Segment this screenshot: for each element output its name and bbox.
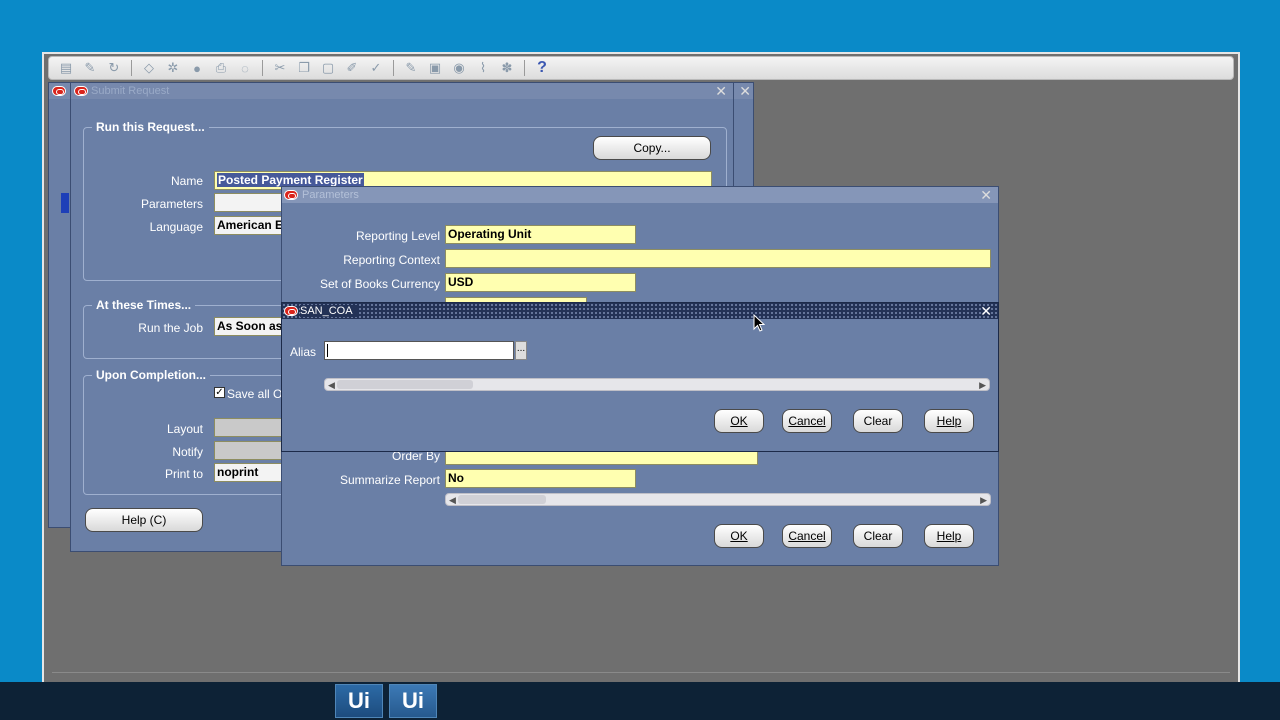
clear-record-icon[interactable]: ✐ — [343, 59, 361, 77]
mouse-pointer-icon — [753, 314, 765, 332]
alias-field[interactable] — [324, 341, 514, 360]
toolbar: ▤ ✎ ↻ ◇ ✲ ● ⎙ ◌ ✂ ❐ ▢ ✐ ✓ ✎ ▣ ◉ ⌇ ✽ ? — [48, 56, 1234, 80]
help-label: Help — [936, 414, 962, 428]
san-coa-scrollbar[interactable]: ◀ ▶ — [324, 378, 990, 391]
summarize-field[interactable]: No — [445, 469, 636, 488]
status-bar-line — [52, 672, 1230, 678]
scroll-left-icon[interactable]: ◀ — [328, 379, 335, 391]
ok-label: OK — [730, 414, 748, 428]
next-step-icon[interactable]: ● — [188, 59, 206, 77]
oracle-logo-icon — [284, 306, 298, 316]
run-job-label: Run the Job — [138, 321, 203, 335]
attachments-icon[interactable]: ⌇ — [474, 59, 492, 77]
scroll-thumb[interactable] — [458, 495, 546, 504]
cut-icon[interactable]: ✂ — [271, 59, 289, 77]
help-label: Help — [936, 529, 962, 543]
cancel-label: Cancel — [788, 529, 826, 543]
copy-button[interactable]: Copy... — [593, 136, 711, 160]
group-title: At these Times... — [92, 298, 196, 312]
help-button[interactable]: Help — [924, 524, 974, 548]
save-icon[interactable]: ✲ — [164, 59, 182, 77]
toolbar-separator — [393, 60, 394, 76]
reporting-level-field[interactable]: Operating Unit — [445, 225, 636, 244]
edit-field-icon[interactable]: ✎ — [402, 59, 420, 77]
cancel-button[interactable]: Cancel — [782, 524, 832, 548]
navigate-icon[interactable]: ↻ — [105, 59, 123, 77]
scroll-right-icon[interactable]: ▶ — [979, 379, 986, 391]
name-value: Posted Payment Register — [217, 173, 364, 187]
close-icon[interactable]: ✕ — [980, 187, 992, 203]
parameters-titlebar: Parameters — [282, 187, 998, 203]
language-label: Language — [149, 220, 203, 234]
zoom-record-icon[interactable]: ▣ — [426, 59, 444, 77]
parameters-label: Parameters — [140, 197, 203, 211]
help-button[interactable]: Help (C) — [85, 508, 203, 532]
new-icon[interactable]: ▤ — [57, 59, 75, 77]
reporting-level-label: Reporting Level — [355, 229, 440, 243]
clear-button[interactable]: Clear — [853, 409, 903, 433]
reporting-context-field[interactable] — [445, 249, 991, 268]
oracle-logo-icon — [52, 86, 66, 96]
toolbar-separator — [262, 60, 263, 76]
window-selector-bar — [61, 193, 69, 213]
alias-label: Alias — [290, 345, 317, 359]
reporting-context-label: Reporting Context — [343, 253, 440, 267]
cancel-button[interactable]: Cancel — [782, 409, 832, 433]
lov-button[interactable]: ... — [515, 341, 527, 360]
group-title: Upon Completion... — [92, 368, 210, 382]
text-cursor — [327, 344, 328, 357]
zoom-icon[interactable]: ◇ — [140, 59, 158, 77]
parameters-scrollbar[interactable]: ◀ ▶ — [445, 493, 991, 506]
save-all-label: Save all O — [227, 387, 283, 401]
ok-button[interactable]: OK — [714, 524, 764, 548]
paste-icon[interactable]: ▢ — [319, 59, 337, 77]
copy-icon[interactable]: ❐ — [295, 59, 313, 77]
print-to-label: Print to — [164, 467, 203, 481]
oracle-logo-icon — [284, 190, 298, 200]
notify-label: Notify — [172, 445, 203, 459]
find-icon[interactable]: ✎ — [81, 59, 99, 77]
close-form-icon[interactable]: ◌ — [236, 59, 254, 77]
layout-label: Layout — [166, 422, 203, 436]
ok-label: OK — [730, 529, 748, 543]
submit-request-titlebar: Submit Request — [71, 83, 733, 99]
close-icon[interactable]: ✕ — [715, 83, 727, 99]
uipath-taskbar-button[interactable]: Ui — [335, 684, 383, 718]
group-title: Run this Request... — [92, 120, 209, 134]
name-label: Name — [170, 174, 203, 188]
delete-icon[interactable]: ✓ — [367, 59, 385, 77]
scroll-left-icon[interactable]: ◀ — [449, 494, 456, 506]
san-coa-dialog: SAN_COA ✕ Alias ... ◀ ▶ OK Cancel Clear … — [281, 302, 999, 452]
sob-currency-field[interactable]: USD — [445, 273, 636, 292]
save-all-checkbox[interactable]: ✓ — [214, 387, 225, 398]
taskbar: Ui Ui — [0, 682, 1280, 720]
close-icon[interactable]: ✕ — [739, 83, 751, 99]
scroll-thumb[interactable] — [337, 380, 473, 389]
cancel-label: Cancel — [788, 414, 826, 428]
clear-button[interactable]: Clear — [853, 524, 903, 548]
oracle-logo-icon — [74, 86, 88, 96]
translations-icon[interactable]: ◉ — [450, 59, 468, 77]
summarize-label: Summarize Report — [339, 473, 440, 487]
folder-tools-icon[interactable]: ✽ — [498, 59, 516, 77]
san-coa-titlebar: SAN_COA — [282, 303, 998, 319]
sob-currency-label: Set of Books Currency — [319, 277, 440, 291]
toolbar-separator — [131, 60, 132, 76]
uipath-taskbar-button[interactable]: Ui — [389, 684, 437, 718]
help-icon[interactable]: ? — [533, 59, 551, 77]
close-icon[interactable]: ✕ — [980, 303, 992, 319]
scroll-right-icon[interactable]: ▶ — [980, 494, 987, 506]
toolbar-separator — [524, 60, 525, 76]
ok-button[interactable]: OK — [714, 409, 764, 433]
help-button[interactable]: Help — [924, 409, 974, 433]
print-icon[interactable]: ⎙ — [212, 59, 230, 77]
san-coa-title: SAN_COA — [300, 305, 359, 317]
